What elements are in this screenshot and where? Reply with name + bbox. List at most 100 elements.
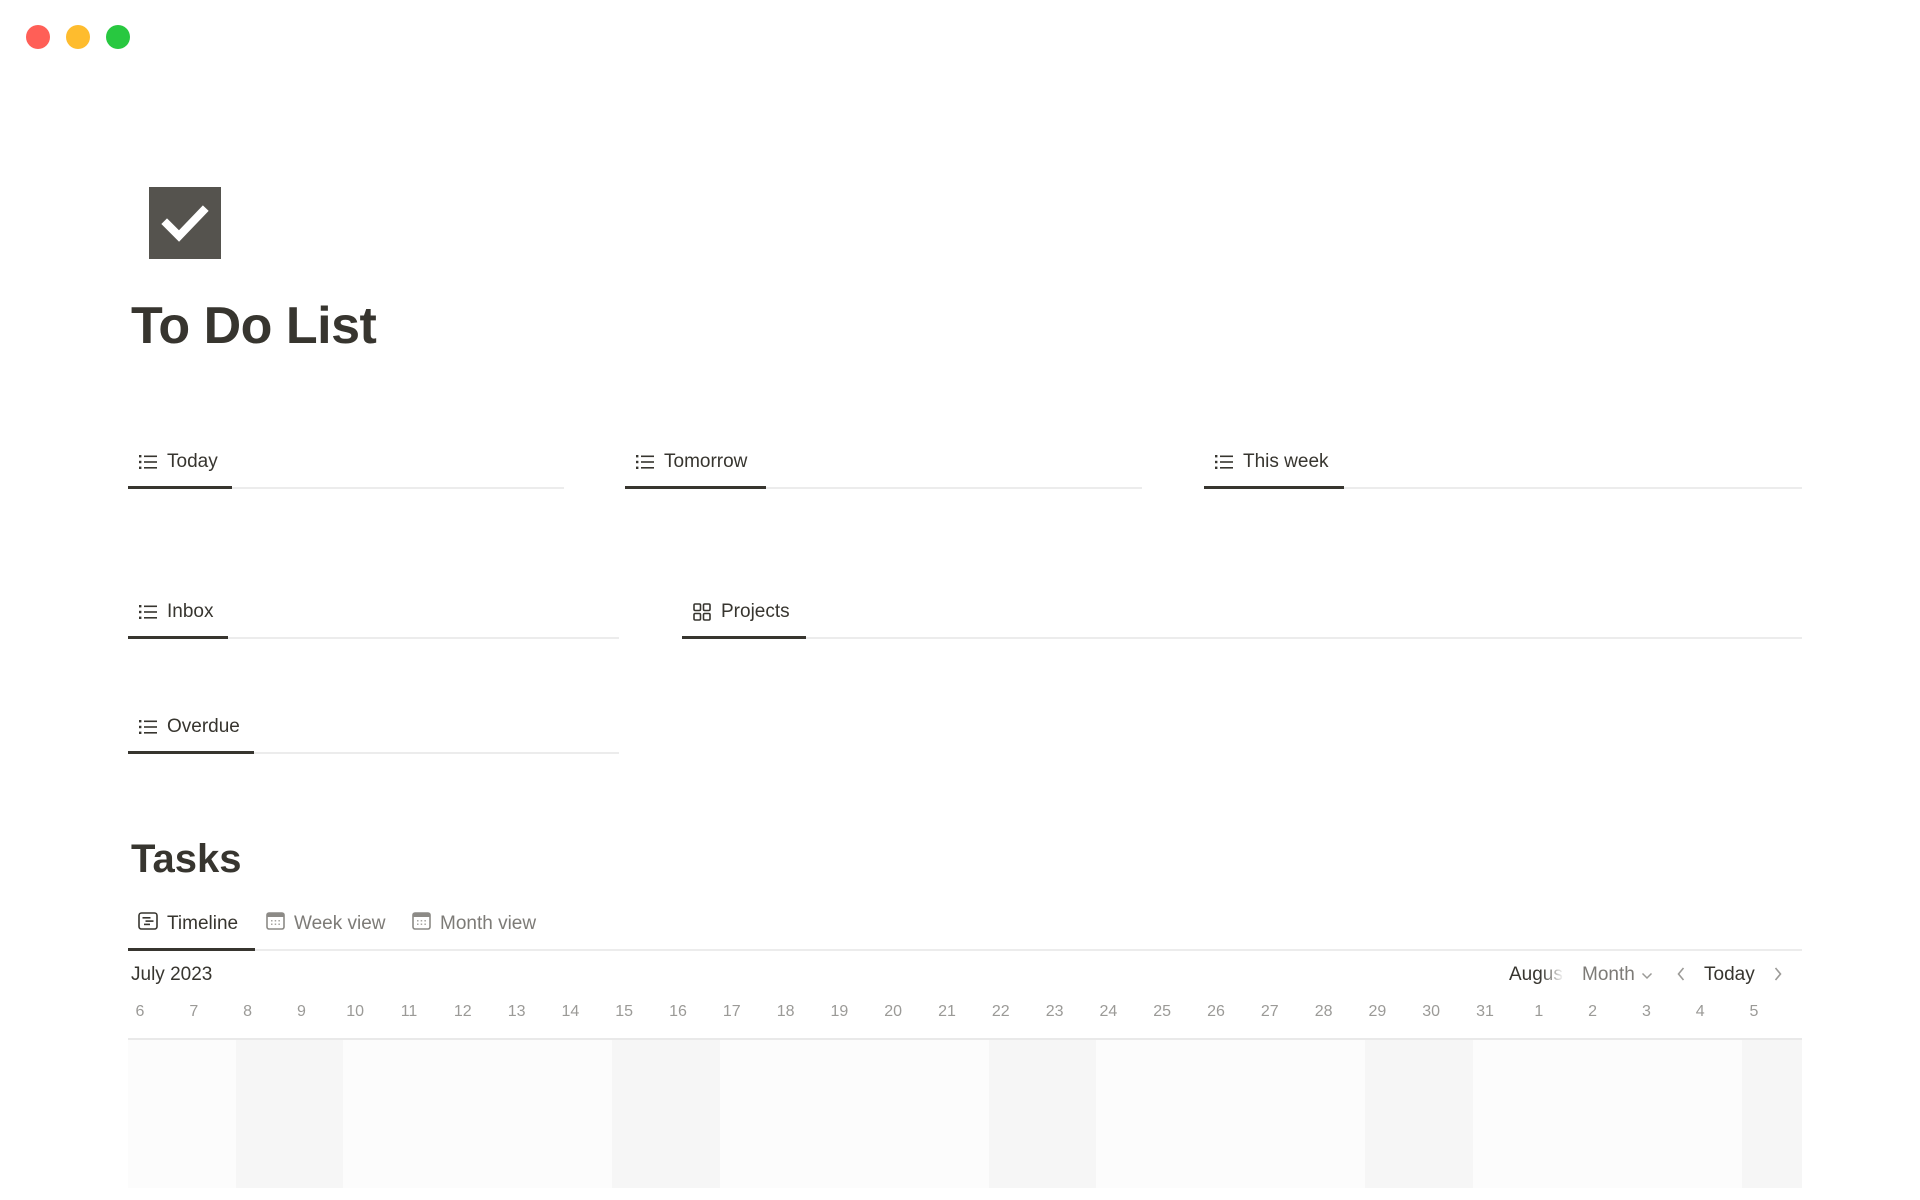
timeline-weekend-column[interactable]	[1042, 1040, 1097, 1188]
timeline-day-column[interactable]	[1257, 1040, 1313, 1188]
timeline-day-column[interactable]	[450, 1040, 506, 1188]
timeline-day-label: 30	[1422, 1003, 1441, 1020]
timeline-day-column[interactable]	[181, 1040, 237, 1188]
timeline-weekend-column[interactable]	[666, 1040, 721, 1188]
timeline-day-column[interactable]	[1526, 1040, 1582, 1188]
tab-label: Timeline	[167, 913, 239, 934]
month-label-fade	[1540, 964, 1564, 990]
timeline-day-label: 16	[669, 1003, 687, 1020]
timeline-day-label: 11	[400, 1003, 418, 1020]
active-tab-indicator	[1204, 486, 1344, 489]
calendar-icon	[266, 912, 285, 936]
active-tab-indicator	[128, 486, 232, 489]
timeline-day-label: 17	[722, 1003, 741, 1020]
timeline-day-label: 10	[346, 1003, 365, 1020]
active-tab-indicator	[128, 751, 254, 754]
timeline-weekend-column[interactable]	[1419, 1040, 1474, 1188]
view-tab-projects[interactable]: Projects	[682, 597, 800, 627]
view-tab-label: This week	[1243, 451, 1329, 472]
tab-label: Week view	[294, 913, 386, 934]
timeline-day-label: 28	[1314, 1003, 1333, 1020]
tab-timeline[interactable]: Timeline	[138, 909, 238, 939]
view-tab-label: Inbox	[167, 601, 214, 622]
timeline-day-label: 26	[1207, 1003, 1225, 1020]
list-icon	[1214, 452, 1234, 472]
timeline-day-column[interactable]	[719, 1040, 775, 1188]
timeline-day-label: 4	[1695, 1003, 1705, 1020]
timeline-weekend-column[interactable]	[1795, 1040, 1802, 1188]
timeline-day-column[interactable]	[1634, 1040, 1689, 1188]
timeline-day-column[interactable]	[504, 1040, 559, 1188]
timeline-day-label: 21	[938, 1003, 956, 1020]
active-tab-indicator	[682, 636, 806, 639]
view-tab-label: Today	[167, 451, 218, 472]
view-tab-tomorrow[interactable]: Tomorrow	[625, 447, 757, 477]
window-close-button[interactable]	[26, 25, 50, 49]
list-icon	[138, 452, 158, 472]
timeline-weekend-column[interactable]	[289, 1040, 344, 1188]
timeline-prev-button[interactable]	[1676, 966, 1686, 988]
scale-select-value: Month	[1582, 964, 1635, 985]
timeline-day-column[interactable]	[397, 1040, 452, 1188]
view-tab-overdue[interactable]: Overdue	[128, 712, 250, 742]
timeline-day-label: 8	[243, 1003, 253, 1020]
timeline-day-label: 22	[991, 1003, 1010, 1020]
timeline-day-column[interactable]	[1096, 1040, 1151, 1188]
timeline-day-label: 23	[1045, 1003, 1064, 1020]
tab-label: Month view	[440, 913, 537, 934]
view-tab-inbox[interactable]: Inbox	[128, 597, 223, 627]
timeline-day-label: 31	[1476, 1003, 1494, 1020]
active-tab-indicator	[128, 636, 228, 639]
timeline-day-header: 6 7 8 9 10 11 12 13 14 15 16 17 18 19 20 21 22 23 24 25 26 27…	[128, 1003, 1802, 1027]
page-title: To Do List	[131, 297, 377, 355]
timeline-day-label: 15	[615, 1003, 634, 1020]
tab-week-view[interactable]: Week view	[266, 909, 386, 939]
timeline-day-column[interactable]	[773, 1040, 828, 1188]
timeline-day-column[interactable]	[1473, 1040, 1528, 1188]
linked-view-today: Today	[128, 447, 564, 489]
timeline-day-column[interactable]	[935, 1040, 990, 1188]
timeline-day-column[interactable]	[1688, 1040, 1743, 1188]
timeline-grid[interactable]	[128, 1038, 1802, 1188]
view-tab-this-week[interactable]: This week	[1204, 447, 1339, 477]
timeline-weekend-column[interactable]	[235, 1040, 290, 1188]
timeline-day-label: 2	[1588, 1003, 1598, 1020]
timeline-day-column[interactable]	[1311, 1040, 1366, 1188]
timeline-day-column[interactable]	[1580, 1040, 1635, 1188]
timeline-next-button[interactable]	[1773, 966, 1783, 988]
tasks-heading: Tasks	[131, 837, 242, 881]
list-icon	[138, 717, 158, 737]
timeline-day-column[interactable]	[827, 1040, 882, 1188]
list-icon	[635, 452, 655, 472]
window-minimize-button[interactable]	[66, 25, 90, 49]
linked-view-inbox: Inbox	[128, 597, 619, 639]
timeline-day-column[interactable]	[1204, 1040, 1259, 1188]
timeline-day-label: 29	[1368, 1003, 1387, 1020]
timeline-weekend-column[interactable]	[988, 1040, 1044, 1188]
timeline-day-label: 12	[453, 1003, 472, 1020]
timeline-day-column[interactable]	[128, 1040, 183, 1188]
timeline-today-button[interactable]: Today	[1704, 964, 1755, 986]
timeline-day-column[interactable]	[1150, 1040, 1205, 1188]
tab-divider	[128, 949, 1802, 951]
chevron-left-icon	[1676, 966, 1686, 987]
timeline-weekend-column[interactable]	[1365, 1040, 1420, 1188]
view-tab-today[interactable]: Today	[128, 447, 228, 477]
tab-month-view[interactable]: Month view	[412, 909, 536, 939]
window-zoom-button[interactable]	[106, 25, 130, 49]
timeline-day-column[interactable]	[343, 1040, 398, 1188]
checkbox-checked-icon[interactable]	[149, 187, 221, 259]
timeline-day-label: 19	[830, 1003, 849, 1020]
timeline-day-label: 1	[1534, 1003, 1544, 1020]
timeline-weekend-column[interactable]	[612, 1040, 667, 1188]
timeline-scale-select[interactable]: Month	[1582, 964, 1653, 986]
timeline-weekend-column[interactable]	[1742, 1040, 1797, 1188]
timeline-day-column[interactable]	[558, 1040, 613, 1188]
timeline-day-column[interactable]	[881, 1040, 936, 1188]
active-tab-indicator	[625, 486, 766, 489]
tab-divider	[682, 637, 1802, 639]
list-icon	[138, 602, 158, 622]
active-tab-indicator	[128, 948, 255, 951]
timeline-day-label: 3	[1641, 1003, 1651, 1020]
timeline-current-month: July 2023	[131, 964, 213, 985]
